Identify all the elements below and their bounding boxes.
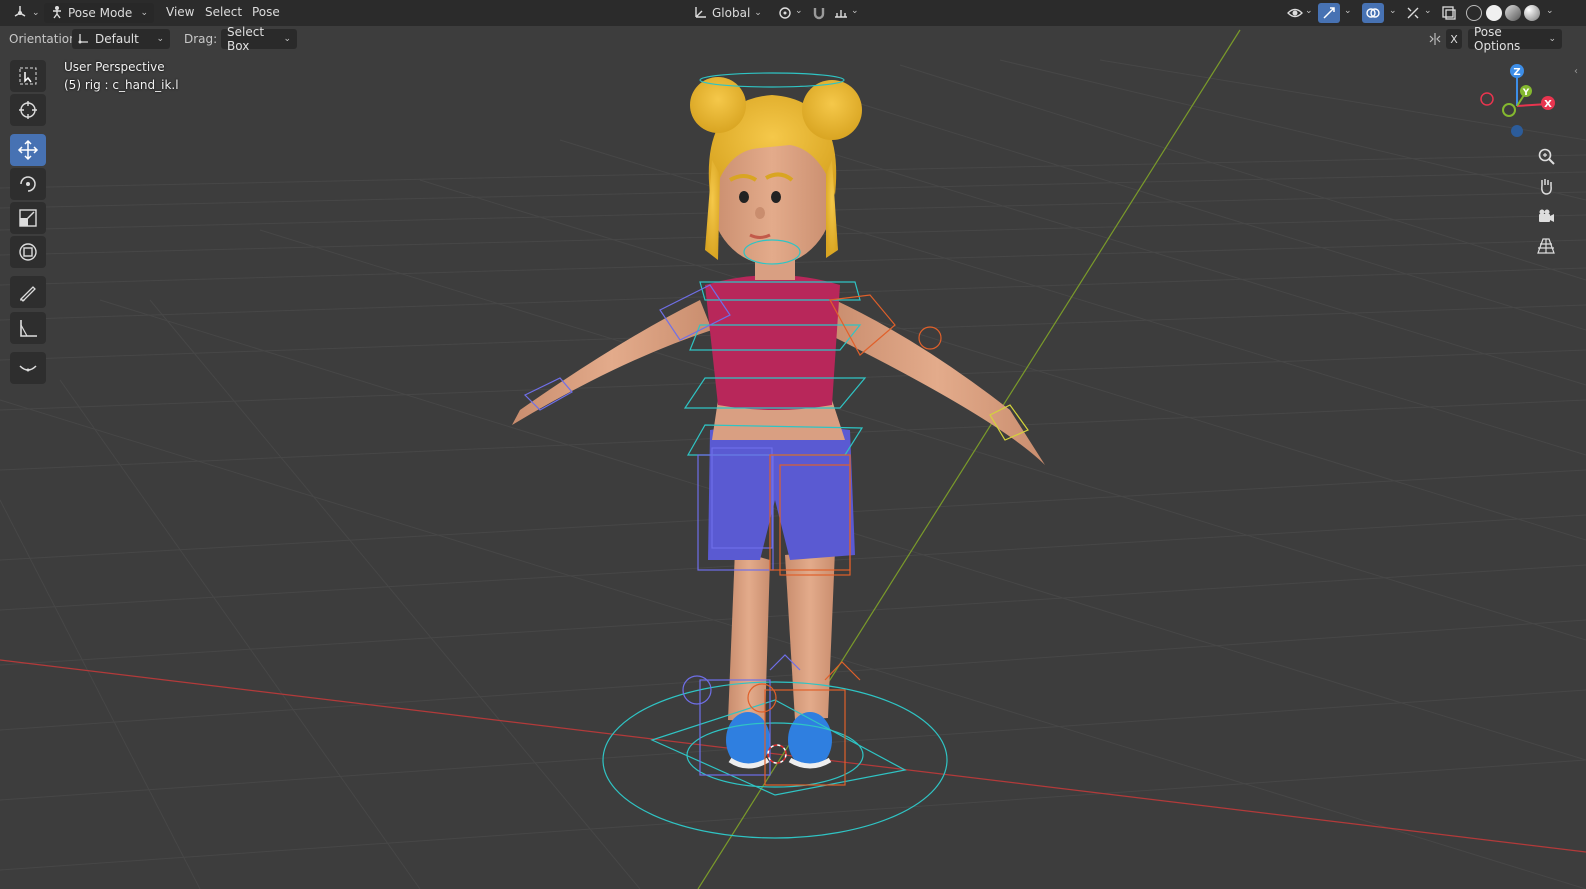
transform-tool[interactable]	[10, 236, 46, 268]
chevron-down-icon: ⌄	[283, 34, 291, 44]
tool-settings-bar: Orientation: Default ⌄ Drag: Select Box …	[0, 25, 1586, 53]
hand-pan-icon	[1541, 179, 1552, 195]
xray-toggle-icon[interactable]	[1438, 3, 1460, 23]
camera-view-button[interactable]	[1532, 202, 1560, 230]
perspective-grid-icon	[1537, 238, 1555, 254]
chevron-down-icon[interactable]: ⌄	[1344, 6, 1352, 16]
orientation-label: Orientation:	[9, 32, 81, 46]
menu-view[interactable]: View	[166, 5, 194, 19]
chevron-down-icon: ⌄	[156, 34, 164, 44]
chevron-down-icon: ⌄	[1548, 34, 1556, 44]
orientation-value: Default	[95, 32, 139, 46]
mirror-x-toggle[interactable]: X	[1446, 29, 1462, 49]
perspective-toggle-button[interactable]	[1532, 232, 1560, 260]
overlays-toggle-icon[interactable]	[1362, 3, 1384, 23]
chevron-down-icon[interactable]: ⌄	[1546, 6, 1554, 16]
measure-ruler-icon	[20, 320, 37, 337]
pan-view-button[interactable]	[1532, 172, 1560, 200]
annotate-pencil-icon	[20, 286, 36, 302]
chevron-down-icon[interactable]: ⌄	[795, 6, 803, 16]
move-icon	[17, 139, 39, 161]
viewport-scene[interactable]	[0, 0, 1586, 889]
orientation-dropdown[interactable]: Default ⌄	[72, 29, 170, 49]
rotate-tool[interactable]	[10, 168, 46, 200]
solid-shading-icon[interactable]	[1486, 5, 1502, 21]
orientation-default-icon	[78, 32, 90, 47]
chevron-down-icon: ⌄	[32, 8, 40, 18]
pose-options-label: Pose Options	[1474, 25, 1521, 53]
menu-pose[interactable]: Pose	[252, 5, 280, 19]
perspective-label: User Perspective	[64, 60, 165, 74]
chevron-down-icon[interactable]: ⌄	[1389, 6, 1397, 16]
editor-type-button[interactable]: ⌄	[6, 3, 46, 23]
select-box-icon	[19, 67, 37, 85]
chevron-down-icon: ⌄	[140, 8, 148, 18]
camera-icon	[1539, 209, 1554, 222]
chevron-down-icon: ⌄	[754, 8, 762, 18]
drag-value: Select Box	[227, 25, 265, 53]
navigation-gizmo[interactable]: Z Y X	[1476, 60, 1566, 150]
drag-label: Drag:	[184, 32, 218, 46]
chevron-down-icon[interactable]: ⌄	[851, 6, 859, 16]
mode-selector[interactable]: Pose Mode ⌄	[44, 3, 154, 23]
viewport-3d-icon	[12, 4, 28, 23]
gizmo-neg-y-axis[interactable]	[1502, 103, 1516, 117]
wireframe-shading-icon[interactable]	[1466, 5, 1482, 21]
chevron-down-icon[interactable]: ⌄	[1424, 6, 1432, 16]
character-model[interactable]	[512, 77, 1045, 769]
cursor-icon	[19, 101, 37, 119]
menu-select[interactable]: Select	[205, 5, 242, 19]
drag-dropdown[interactable]: Select Box ⌄	[221, 25, 297, 53]
sidebar-expand-arrow-icon[interactable]: ‹	[1574, 66, 1578, 77]
scale-tool[interactable]	[10, 202, 46, 234]
mirror-option-icon[interactable]	[1426, 29, 1444, 49]
scale-icon	[19, 209, 37, 227]
gizmo-toggle-icon[interactable]	[1318, 3, 1340, 23]
pose-options-dropdown[interactable]: Pose Options ⌄	[1468, 25, 1562, 53]
relax-pose-icon	[19, 365, 37, 372]
rendered-shading-icon[interactable]	[1524, 5, 1540, 21]
snap-target-icon[interactable]	[830, 3, 852, 23]
transform-icon	[19, 243, 37, 261]
chevron-down-icon[interactable]: ⌄	[1305, 6, 1313, 16]
zoom-magnifier-icon	[1538, 148, 1555, 165]
bone-display-icon[interactable]	[1402, 3, 1424, 23]
material-shading-icon[interactable]	[1505, 5, 1521, 21]
cursor-tool[interactable]	[10, 94, 46, 126]
transform-orientation-selector[interactable]: Global ⌄	[688, 3, 768, 23]
pivot-point-icon[interactable]	[774, 3, 796, 23]
gizmo-neg-x-axis[interactable]	[1480, 92, 1494, 106]
viewport-header: ⌄ Pose Mode ⌄ View Select Pose Global ⌄ …	[0, 0, 1586, 26]
annotate-tool[interactable]	[10, 276, 46, 308]
mode-label: Pose Mode	[68, 6, 133, 20]
gizmo-z-label: Z	[1513, 67, 1520, 78]
pose-mode-icon	[50, 5, 64, 22]
visibility-eye-icon[interactable]	[1284, 3, 1306, 23]
active-object-label: (5) rig : c_hand_ik.l	[64, 78, 179, 92]
orientation-axes-icon	[694, 5, 708, 22]
gizmo-y-label: Y	[1522, 88, 1530, 98]
measure-tool[interactable]	[10, 312, 46, 344]
zoom-view-button[interactable]	[1532, 142, 1560, 170]
relax-pose-tool[interactable]	[10, 352, 46, 384]
select-box-tool[interactable]	[10, 60, 46, 92]
gizmo-neg-z-axis[interactable]	[1511, 125, 1523, 137]
gizmo-x-label: X	[1544, 99, 1552, 110]
transform-orientation-label: Global	[712, 6, 751, 20]
snap-magnet-icon[interactable]	[808, 3, 830, 23]
rotate-icon	[20, 176, 36, 192]
move-tool[interactable]	[10, 134, 46, 166]
